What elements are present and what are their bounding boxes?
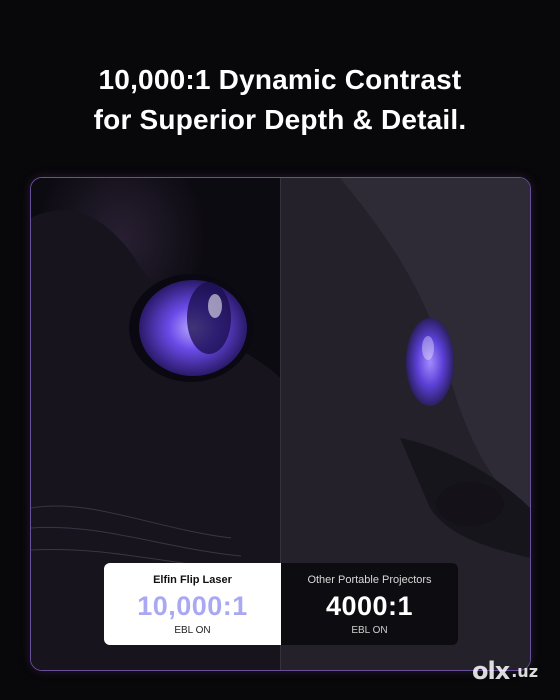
elfin-flip-laser-badge: Elfin Flip Laser 10,000:1 EBL ON — [104, 563, 281, 645]
headline-line-2: for Superior Depth & Detail. — [93, 104, 467, 135]
contrast-ratio: 10,000:1 — [137, 591, 248, 621]
olx-logo: olx — [472, 657, 510, 685]
product-name: Other Portable Projectors — [307, 574, 432, 586]
ebl-label: EBL ON — [174, 625, 211, 636]
cat-nose — [436, 482, 504, 526]
headline-line-1: 10,000:1 Dynamic Contrast — [98, 64, 462, 95]
other-projectors-badge: Other Portable Projectors 4000:1 EBL ON — [281, 563, 458, 645]
contrast-ratio: 4000:1 — [325, 591, 414, 621]
product-name: Elfin Flip Laser — [153, 574, 232, 586]
contrast-comparison-badge: Elfin Flip Laser 10,000:1 EBL ON Other P… — [104, 563, 458, 645]
ebl-label: EBL ON — [351, 625, 388, 636]
comparison-image-frame: Elfin Flip Laser 10,000:1 EBL ON Other P… — [30, 177, 531, 671]
cat-eye-right — [406, 318, 454, 406]
olx-tld: .uz — [511, 661, 538, 681]
headline: 10,000:1 Dynamic Contrast for Superior D… — [0, 60, 560, 140]
olx-watermark: olx .uz — [472, 656, 538, 686]
